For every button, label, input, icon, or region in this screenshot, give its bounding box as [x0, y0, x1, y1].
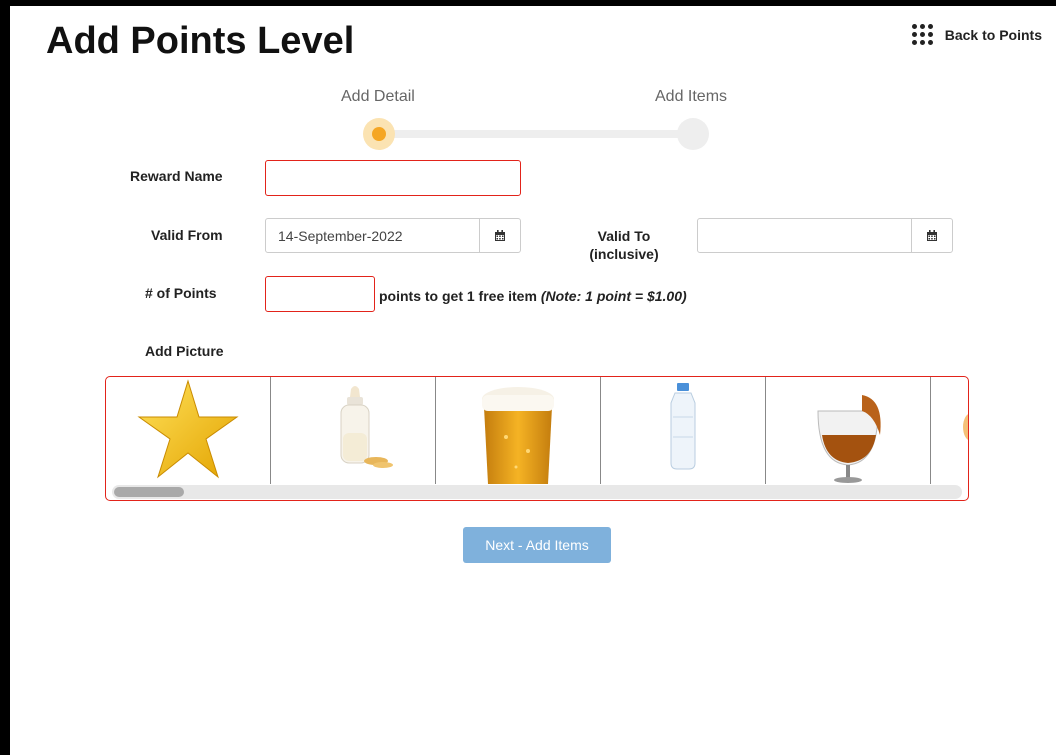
step-add-items-label: Add Items	[655, 88, 728, 105]
next-add-items-button[interactable]: Next - Add Items	[463, 527, 611, 563]
picture-gallery[interactable]	[105, 376, 969, 501]
valid-to-field[interactable]	[697, 218, 953, 253]
calendar-icon	[927, 229, 937, 241]
brandy-glass-icon	[817, 395, 881, 483]
add-picture-label: Add Picture	[145, 343, 224, 359]
valid-to-calendar-button[interactable]	[911, 219, 952, 252]
reward-name-input[interactable]	[265, 160, 521, 196]
partial-item-icon	[963, 414, 968, 440]
gallery-scrollbar[interactable]	[112, 485, 962, 499]
step-track	[378, 130, 694, 138]
gallery-item-baby-bottle[interactable]	[271, 377, 436, 484]
calendar-icon	[495, 229, 505, 241]
gallery-tiles	[106, 377, 968, 484]
step-add-items-indicator	[677, 118, 709, 150]
valid-to-value[interactable]	[698, 219, 911, 252]
star-icon	[137, 379, 239, 479]
gallery-item-brandy[interactable]	[766, 377, 931, 484]
valid-from-value[interactable]: 14-September-2022	[266, 219, 479, 252]
page-title: Add Points Level	[46, 20, 355, 62]
step-add-detail-label: Add Detail	[341, 88, 415, 105]
back-to-points-label: Back to Points	[944, 26, 1042, 43]
valid-from-label: Valid From	[151, 227, 223, 243]
back-to-points-link[interactable]: Back to Points	[911, 24, 1042, 45]
points-label: # of Points	[145, 285, 217, 301]
step-add-detail-indicator	[363, 118, 395, 150]
points-input[interactable]	[265, 276, 375, 312]
valid-to-label-line1: Valid To	[597, 228, 651, 244]
gallery-item-water-bottle[interactable]	[601, 377, 766, 484]
gallery-item-beer[interactable]	[436, 377, 601, 484]
baby-bottle-icon	[340, 386, 393, 468]
page-frame: Add Points Level Back to Points Add Deta…	[10, 6, 1056, 755]
points-note: points to get 1 free item (Note: 1 point…	[379, 288, 687, 304]
gallery-item-partial[interactable]	[931, 377, 968, 484]
water-bottle-icon	[670, 383, 696, 470]
gallery-scroll-thumb[interactable]	[114, 487, 184, 497]
apps-grid-icon	[911, 24, 933, 45]
points-note-text: points to get 1 free item	[379, 288, 541, 304]
reward-name-label: Reward Name	[130, 168, 223, 184]
gallery-item-star[interactable]	[106, 377, 271, 484]
points-note-italic: (Note: 1 point = $1.00)	[540, 288, 687, 304]
valid-from-calendar-button[interactable]	[479, 219, 520, 252]
valid-to-label: Valid To (inclusive)	[584, 227, 664, 263]
valid-to-label-line2: (inclusive)	[589, 246, 659, 262]
valid-from-field[interactable]: 14-September-2022	[265, 218, 521, 253]
beer-glass-icon	[482, 387, 554, 484]
